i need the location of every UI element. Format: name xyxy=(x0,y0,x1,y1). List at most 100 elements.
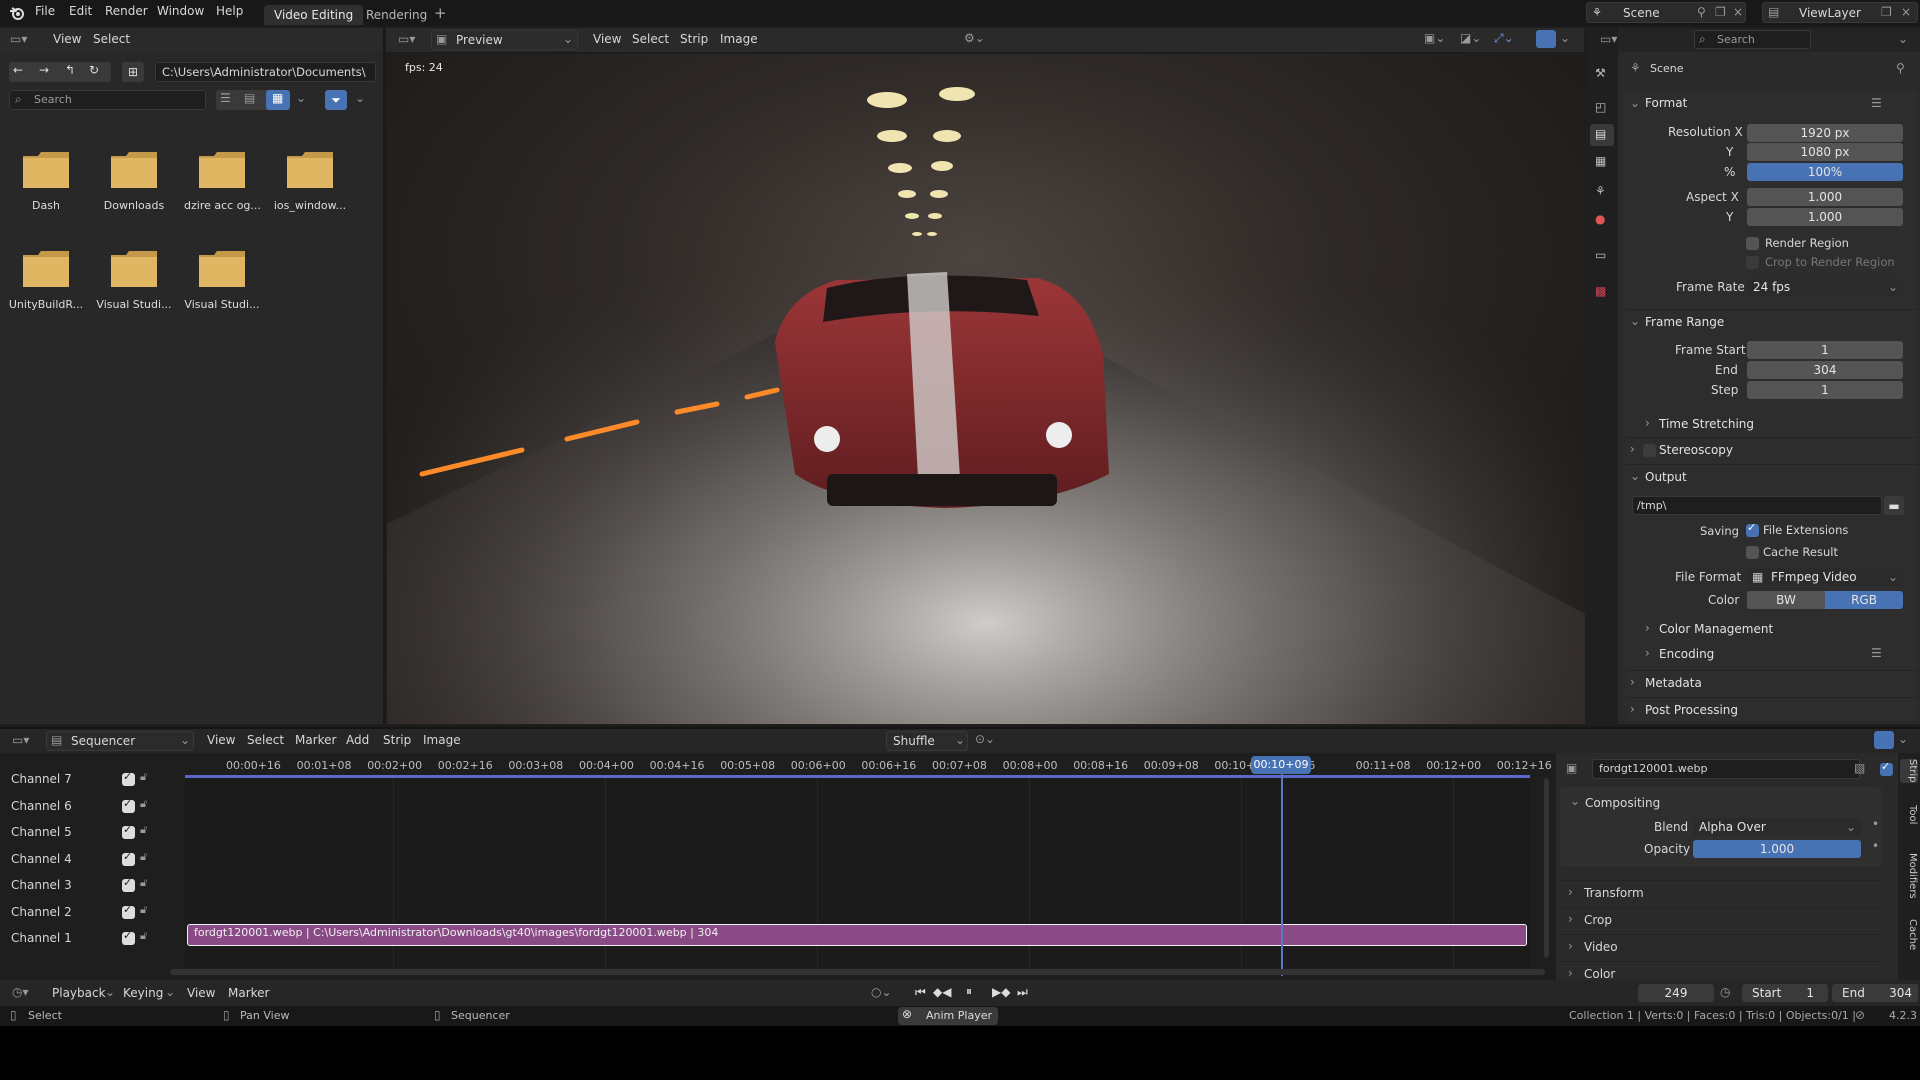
list-view-icon[interactable]: ☰ xyxy=(220,91,231,105)
chevron-down-icon[interactable]: ⌄ xyxy=(296,91,306,105)
folder-item[interactable]: dzire acc og... xyxy=(184,141,260,231)
color-management-header[interactable]: › Color Management xyxy=(1625,617,1917,641)
texture-tab-icon[interactable]: ▩ xyxy=(1595,284,1606,298)
gizmo-icon[interactable]: ⤢⌄ xyxy=(1494,31,1514,46)
pivot-icon[interactable]: ⚙⌄ xyxy=(964,31,985,45)
viewlayer-selector[interactable]: ▤ ViewLayer ❐ × xyxy=(1762,2,1918,23)
folder-item[interactable]: Visual Studi... xyxy=(96,240,172,330)
pin-icon[interactable]: ⚲ xyxy=(1697,5,1706,19)
aspect-x-field[interactable]: 1.000 xyxy=(1747,188,1903,206)
crop-checkbox[interactable] xyxy=(1746,256,1759,269)
menu-select[interactable]: Select xyxy=(632,32,669,46)
add-workspace-icon[interactable]: + xyxy=(434,4,447,22)
menu-playback[interactable]: Playback xyxy=(52,986,106,1000)
menu-render[interactable]: Render xyxy=(105,4,148,18)
sidebar-tab-cache[interactable]: Cache xyxy=(1900,919,1918,950)
presets-icon[interactable]: ☰ xyxy=(1871,96,1882,110)
current-frame-field[interactable]: 249 xyxy=(1638,984,1714,1002)
strip-section-header[interactable]: › Video xyxy=(1560,934,1882,956)
overlay-icon[interactable] xyxy=(1536,30,1556,48)
channel-row[interactable]: Channel 2 ✓ 🔓︎ xyxy=(0,901,180,923)
menu-window[interactable]: Window xyxy=(157,4,204,18)
overlap-mode-select[interactable]: Shuffle ⌄ xyxy=(886,731,968,751)
sidebar-tab-tool[interactable]: Tool xyxy=(1900,805,1918,824)
chevron-down-icon[interactable]: ⌄ xyxy=(355,91,365,105)
scene-selector[interactable]: ⚘ Scene ⚲ ❐ × xyxy=(1586,2,1746,23)
aspect-y-field[interactable]: 1.000 xyxy=(1747,208,1903,226)
folder-item[interactable]: Visual Studi... xyxy=(184,240,260,330)
render-region-checkbox[interactable] xyxy=(1746,237,1759,250)
collection-tab-icon[interactable]: ▭ xyxy=(1595,248,1606,262)
scope-icon[interactable]: ◪⌄ xyxy=(1460,31,1481,45)
tab-video-editing[interactable]: Video Editing xyxy=(264,5,364,25)
frame-end-field[interactable]: 304 xyxy=(1747,361,1903,379)
file-format-select[interactable]: ▦ FFmpeg Video ⌄ xyxy=(1747,568,1903,586)
jump-start-icon[interactable]: ⏮ xyxy=(915,985,926,1000)
sequencer-mode-select[interactable]: ▤ Sequencer ⌄ xyxy=(46,731,194,751)
frame-start-field[interactable]: 1 xyxy=(1747,341,1903,359)
menu-view[interactable]: View xyxy=(187,986,215,1000)
lock-icon[interactable]: 🔓︎ xyxy=(140,903,147,917)
tool-tab-icon[interactable]: ⚒ xyxy=(1595,66,1606,80)
channel-visible-checkbox[interactable]: ✓ xyxy=(122,797,135,813)
anim-player-button[interactable]: ⊗ Anim Player xyxy=(898,1007,998,1025)
lock-icon[interactable]: 🔓︎ xyxy=(140,823,147,837)
lock-icon[interactable]: 🔓︎ xyxy=(140,770,147,784)
view-type-select[interactable]: ▣ Preview ⌄ xyxy=(431,30,578,50)
folder-item[interactable]: Dash xyxy=(8,141,84,231)
frame-rate-select[interactable]: 24 fps ⌄ xyxy=(1747,278,1903,296)
color-rgb-button[interactable]: RGB xyxy=(1825,591,1903,609)
view-layer-tab-icon[interactable]: ▦ xyxy=(1595,154,1606,168)
folder-icon[interactable]: ▬ xyxy=(1884,496,1904,515)
menu-strip[interactable]: Strip xyxy=(383,733,411,747)
clock-icon[interactable]: ◷▾ xyxy=(12,985,29,999)
channel-row[interactable]: Channel 7 ✓ 🔓︎ xyxy=(0,768,180,790)
channel-display-icon[interactable]: ▣⌄ xyxy=(1424,31,1445,45)
close-icon[interactable]: × xyxy=(1733,5,1743,19)
keyframe-dot-icon[interactable]: • xyxy=(1872,839,1879,853)
keyframe-dot-icon[interactable]: • xyxy=(1872,817,1879,831)
menu-view[interactable]: View xyxy=(53,32,81,46)
parent-dir-icon[interactable]: ↰ xyxy=(65,63,75,77)
sidebar-tab-strip[interactable]: Strip xyxy=(1900,759,1918,783)
menu-add[interactable]: Add xyxy=(346,733,369,747)
resolution-x-field[interactable]: 1920 px xyxy=(1747,124,1903,142)
post-processing-header[interactable]: › Post Processing xyxy=(1625,697,1917,721)
horizontal-scrollbar[interactable] xyxy=(170,969,1545,975)
filter-icon[interactable]: ⏷ xyxy=(325,90,347,110)
lock-icon[interactable]: 🔓︎ xyxy=(140,797,147,811)
editor-type-icon[interactable]: ▭▾ xyxy=(10,32,27,46)
path-input[interactable]: C:\Users\Administrator\Documents\ xyxy=(155,62,376,82)
stereoscopy-checkbox[interactable] xyxy=(1643,444,1656,457)
close-icon[interactable]: × xyxy=(1901,5,1911,19)
jump-end-icon[interactable]: ⏭ xyxy=(1017,985,1028,1000)
channel-visible-checkbox[interactable]: ✓ xyxy=(122,850,135,866)
frame-range-section-header[interactable]: ⌄ Frame Range xyxy=(1625,309,1917,333)
pause-icon[interactable]: ⏸ xyxy=(966,984,972,999)
columns-view-icon[interactable]: ▤ xyxy=(244,91,255,105)
menu-file[interactable]: File xyxy=(35,4,55,18)
lock-icon[interactable]: 🔓︎ xyxy=(140,929,147,943)
output-path-input[interactable]: /tmp\ xyxy=(1632,496,1882,515)
resolution-y-field[interactable]: 1080 px xyxy=(1747,143,1903,161)
folder-item[interactable]: Downloads xyxy=(96,141,172,231)
menu-strip[interactable]: Strip xyxy=(680,32,708,46)
menu-keying[interactable]: Keying xyxy=(123,986,163,1000)
metadata-header[interactable]: › Metadata xyxy=(1625,670,1917,694)
compositing-title[interactable]: Compositing xyxy=(1585,796,1660,810)
back-icon[interactable]: ← xyxy=(13,63,23,77)
sound-icon[interactable]: ▧ xyxy=(1854,761,1865,775)
menu-marker[interactable]: Marker xyxy=(295,733,336,747)
channel-visible-checkbox[interactable]: ✓ xyxy=(122,823,135,839)
format-section-header[interactable]: ⌄ Format ☰ xyxy=(1625,92,1917,116)
strip-name-input[interactable]: fordgt120001.webp xyxy=(1592,759,1860,779)
start-frame-field[interactable]: Start 1 xyxy=(1742,984,1828,1002)
opacity-slider[interactable]: 1.000 xyxy=(1693,840,1861,858)
menu-image[interactable]: Image xyxy=(720,32,758,46)
menu-marker[interactable]: Marker xyxy=(228,986,269,1000)
channel-row[interactable]: Channel 1 ✓ 🔓︎ xyxy=(0,927,180,949)
snap-icon[interactable]: ⊙⌄ xyxy=(975,732,995,746)
overlay-icon[interactable] xyxy=(1874,731,1894,749)
new-folder-icon[interactable]: ⊞ xyxy=(122,62,144,82)
lock-icon[interactable]: 🔓︎ xyxy=(140,850,147,864)
